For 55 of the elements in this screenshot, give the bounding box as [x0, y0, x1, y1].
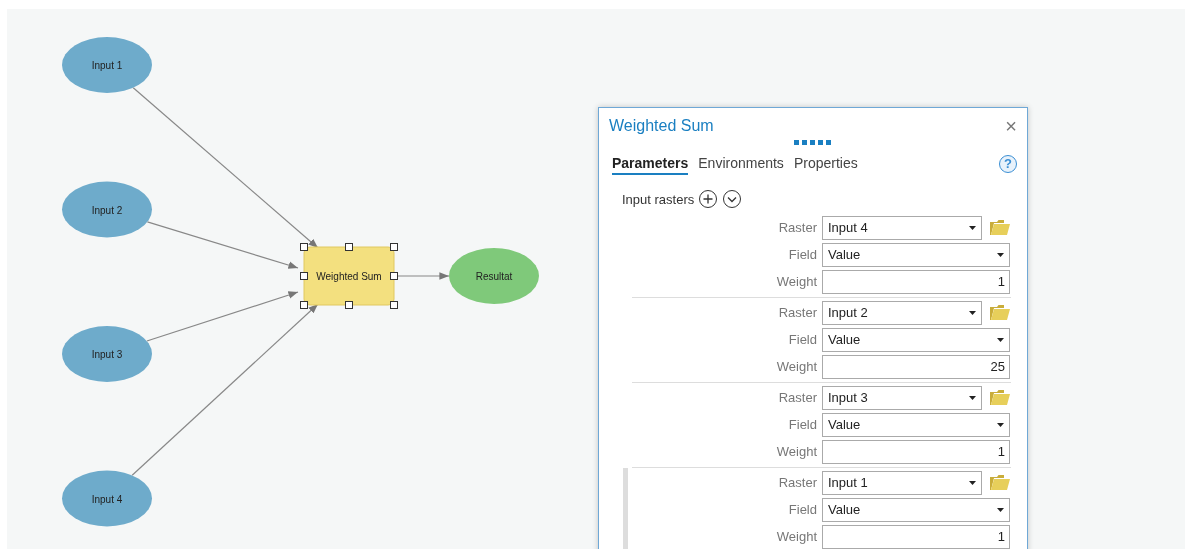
selection-handle[interactable]: [345, 301, 353, 309]
field-dropdown[interactable]: Value: [822, 242, 1010, 267]
input-node[interactable]: Input 1: [62, 37, 152, 93]
dialog-tab[interactable]: Properties: [793, 153, 858, 175]
selection-handle[interactable]: [390, 301, 398, 309]
dialog-tab[interactable]: Environments: [698, 153, 784, 175]
field-dropdown[interactable]: Value: [822, 412, 1010, 437]
add-icon[interactable]: [698, 189, 719, 209]
field-label: Field: [787, 502, 818, 517]
input-node[interactable]: Input 4: [62, 470, 152, 527]
caret-icon: [997, 507, 1004, 512]
caret-icon: [969, 480, 976, 485]
selection-handle[interactable]: [345, 243, 353, 251]
raster-dropdown[interactable]: Input 1: [822, 470, 982, 495]
weight-input[interactable]: 1: [822, 439, 1010, 464]
caret-icon: [969, 395, 976, 400]
field-label: Raster: [777, 220, 818, 235]
caret-icon: [997, 422, 1004, 427]
caret-icon: [997, 252, 1004, 257]
weight-input[interactable]: 25: [822, 354, 1010, 379]
close-button[interactable]: ×: [1005, 116, 1017, 136]
selection-handle[interactable]: [390, 243, 398, 251]
field-label: Raster: [777, 475, 818, 490]
field-label: Weight: [775, 444, 818, 459]
weight-input[interactable]: 1: [822, 269, 1010, 294]
field-label: Field: [787, 417, 818, 432]
field-label: Raster: [777, 305, 818, 320]
selection-handle[interactable]: [300, 243, 308, 251]
selection-handle[interactable]: [390, 272, 398, 280]
field-label: Weight: [775, 274, 818, 289]
weight-input[interactable]: 1: [822, 524, 1010, 549]
output-node[interactable]: Resultat: [449, 248, 539, 304]
field-label: Raster: [777, 390, 818, 405]
tool-node[interactable]: Weighted Sum: [303, 246, 395, 306]
caret-icon: [997, 337, 1004, 342]
caret-icon: [969, 310, 976, 315]
drag-grip-icon[interactable]: [794, 140, 832, 145]
expand-icon[interactable]: [722, 189, 743, 209]
field-label: Weight: [775, 359, 818, 374]
input-node[interactable]: Input 3: [62, 326, 152, 382]
field-label: Weight: [775, 529, 818, 544]
field-dropdown[interactable]: Value: [822, 327, 1010, 352]
selection-handle[interactable]: [300, 272, 308, 280]
selection-handle[interactable]: [300, 301, 308, 309]
dialog-tab[interactable]: Parameters: [612, 153, 689, 175]
caret-icon: [969, 225, 976, 230]
dialog-title: Weighted Sum: [609, 117, 714, 135]
input-node[interactable]: Input 2: [62, 181, 152, 238]
raster-dropdown[interactable]: Input 2: [822, 300, 982, 325]
field-label: Field: [787, 247, 818, 262]
raster-dropdown[interactable]: Input 3: [822, 385, 982, 410]
section-label: Input rasters: [622, 191, 695, 207]
raster-dropdown[interactable]: Input 4: [822, 215, 982, 240]
field-label: Field: [787, 332, 818, 347]
field-dropdown[interactable]: Value: [822, 497, 1010, 522]
